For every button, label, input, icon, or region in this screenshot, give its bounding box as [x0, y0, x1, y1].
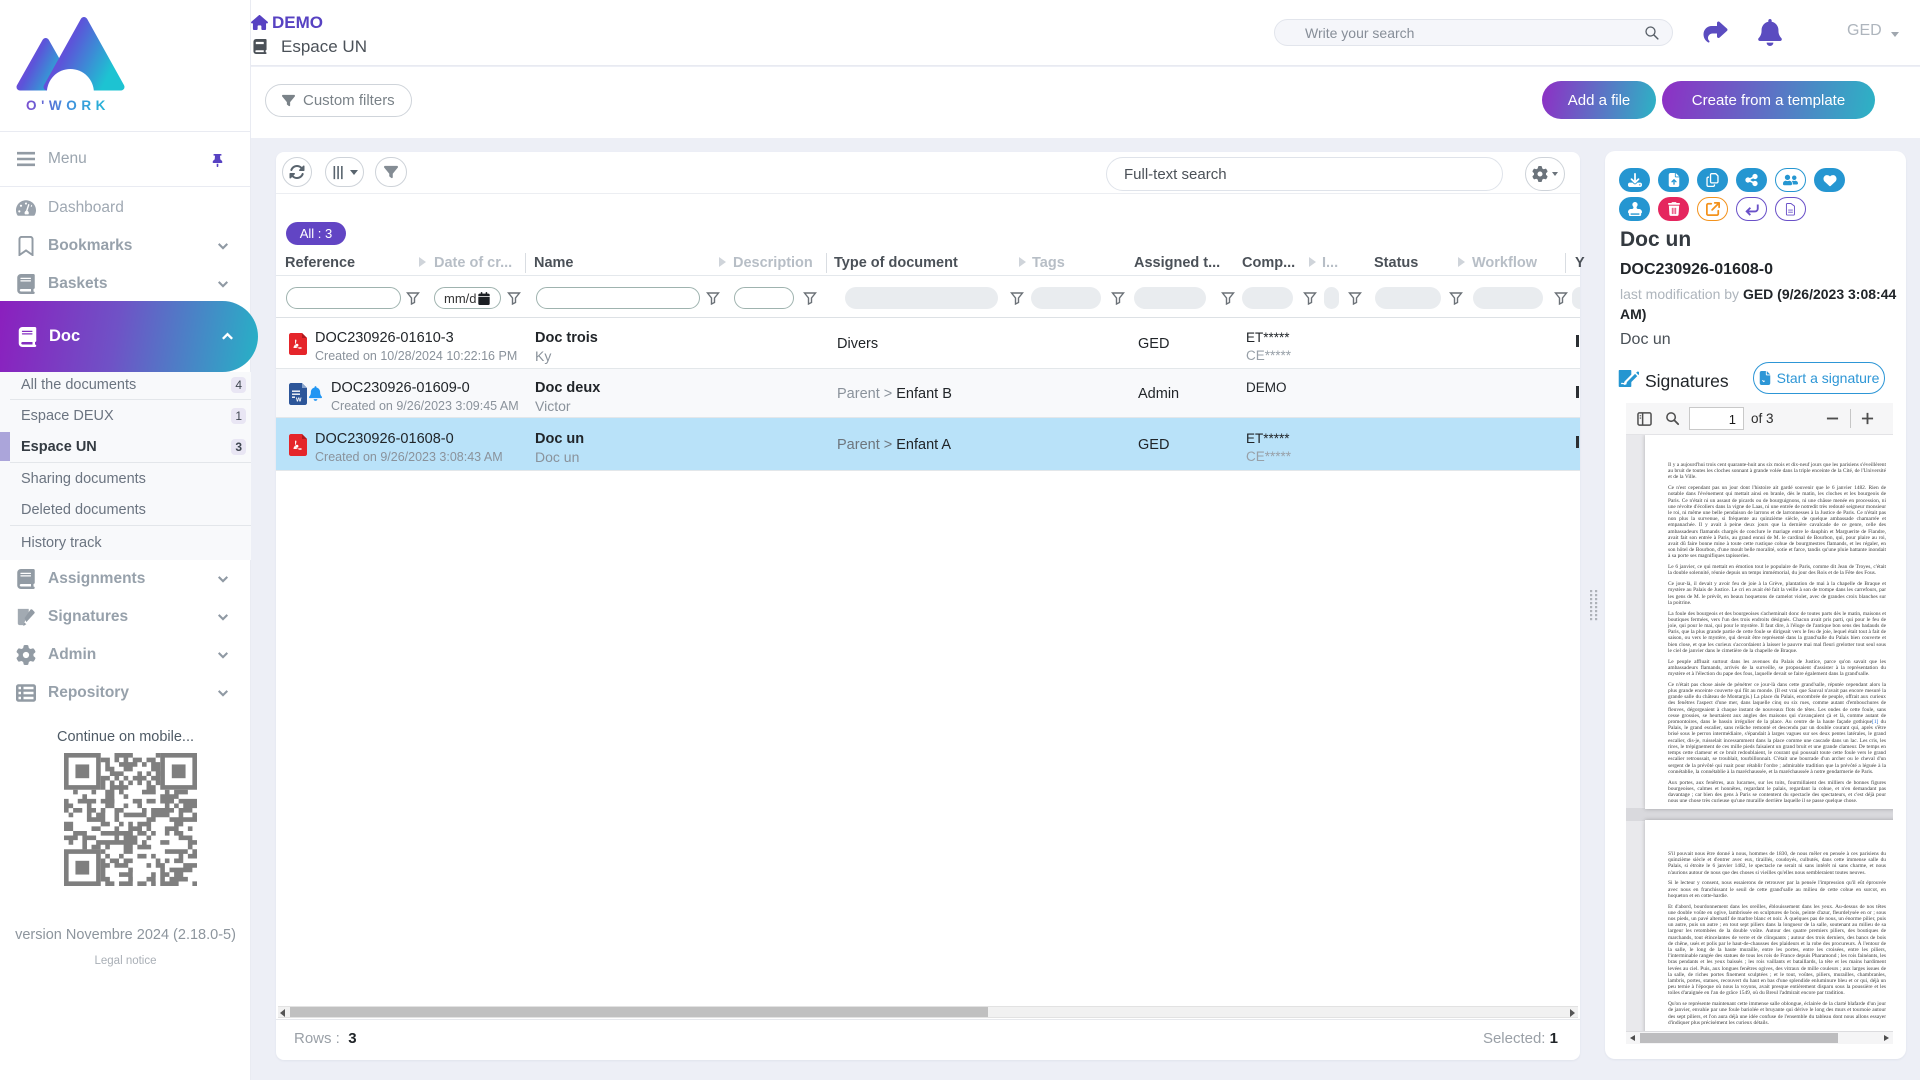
svg-text:O'WORK: O'WORK	[26, 98, 110, 113]
svg-text:w: w	[295, 397, 302, 404]
